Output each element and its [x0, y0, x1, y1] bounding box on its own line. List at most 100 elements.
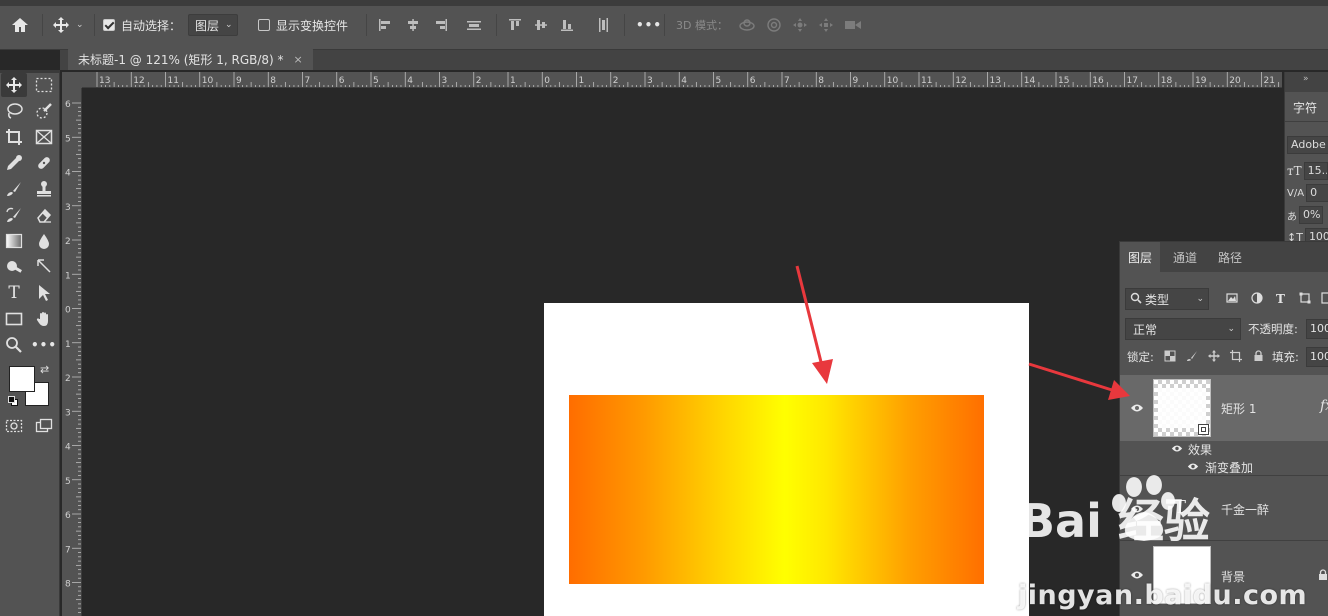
align-horizontal-center-icon[interactable]: [406, 18, 420, 32]
lock-image-pixels-icon[interactable]: [1186, 350, 1198, 365]
align-top-icon[interactable]: [508, 18, 522, 32]
lasso-tool[interactable]: [1, 99, 27, 123]
horizontal-ruler[interactable]: 13 12 11 10 9 8 7 6 5 4 3 2 1 0 1 2 3 4 5 6 7 8 9 10 11 12 13 14 15 1…: [82, 72, 1282, 88]
3d-roll-icon[interactable]: [766, 17, 782, 33]
effects-visibility-eye-icon[interactable]: [1171, 444, 1185, 454]
tsume-field[interactable]: あ 0%: [1287, 206, 1323, 224]
arrow-cursor-icon: [36, 284, 52, 302]
marquee-tool[interactable]: [31, 73, 57, 97]
frame-tool[interactable]: [31, 125, 57, 149]
lock-transparent-pixels-icon[interactable]: [1164, 350, 1176, 365]
healing-brush-tool[interactable]: [31, 151, 57, 175]
chevron-down-icon: ⌄: [1196, 294, 1204, 304]
ruler-origin[interactable]: [62, 72, 82, 88]
tools-panel: T ••• ⇄: [0, 70, 60, 616]
path-selection-tool[interactable]: [31, 255, 57, 279]
3d-orbit-icon[interactable]: [738, 17, 756, 33]
eraser-tool[interactable]: [31, 203, 57, 227]
layer-row-rectangle-1[interactable]: 矩形 1 fx: [1120, 375, 1328, 441]
visibility-eye-icon[interactable]: [1130, 570, 1144, 580]
blend-mode-value: 正常: [1133, 322, 1158, 337]
visibility-eye-icon[interactable]: [1130, 504, 1144, 514]
distribute-vertical-button[interactable]: [596, 14, 610, 36]
layer-thumbnail[interactable]: [1153, 379, 1211, 437]
tab-layers[interactable]: 图层: [1120, 242, 1161, 272]
type-tool[interactable]: T: [1, 281, 27, 305]
lock-position-icon[interactable]: [1208, 349, 1220, 365]
ruler-tick-label: 5: [65, 477, 71, 487]
distribute-horizontal-button[interactable]: [466, 14, 482, 36]
filter-pixel-icon[interactable]: [1226, 292, 1238, 307]
screen-mode-button[interactable]: [31, 414, 57, 438]
move-tool-preset-button[interactable]: ⌄: [52, 14, 84, 36]
opacity-input[interactable]: 100%: [1306, 319, 1328, 339]
3d-pan-icon[interactable]: [792, 17, 808, 33]
tab-channels[interactable]: 通道: [1165, 242, 1205, 272]
panel-collapse-icon[interactable]: »: [1303, 74, 1309, 84]
filter-adjustment-icon[interactable]: [1251, 291, 1263, 307]
layer-name[interactable]: 矩形 1: [1221, 400, 1256, 417]
fill-input[interactable]: 100%: [1306, 347, 1328, 367]
brush-tool[interactable]: [1, 177, 27, 201]
layer-name[interactable]: 千金一醉: [1221, 501, 1269, 518]
align-vertical-center-icon[interactable]: [534, 18, 548, 32]
brush-icon: [5, 180, 23, 198]
tab-paths[interactable]: 路径: [1210, 242, 1250, 272]
blend-mode-dropdown[interactable]: 正常 ⌄: [1125, 318, 1241, 340]
ruler-tick-label: 16: [1092, 76, 1104, 86]
align-left-icon[interactable]: [378, 18, 392, 32]
auto-select-checkbox[interactable]: 自动选择：: [103, 14, 181, 36]
auto-select-target-dropdown[interactable]: 图层 ⌄: [188, 14, 238, 36]
gradient-tool[interactable]: [1, 229, 27, 253]
ruler-tick-label: 3: [65, 408, 71, 418]
foreground-color-swatch[interactable]: [9, 366, 35, 392]
eyedropper-tool[interactable]: [1, 151, 27, 175]
filter-kind-dropdown[interactable]: 类型 ⌄: [1125, 288, 1209, 310]
gradient-overlay-effect-row[interactable]: 渐变叠加: [1120, 458, 1328, 476]
crop-tool[interactable]: [1, 125, 27, 149]
rectangle-tool[interactable]: [1, 307, 27, 331]
gradient-rectangle-shape[interactable]: [569, 395, 984, 584]
selection-arrow-tool[interactable]: [31, 281, 57, 305]
zoom-tool[interactable]: [1, 333, 27, 357]
quick-selection-tool[interactable]: [31, 99, 57, 123]
font-size-field[interactable]: ᴛT 15...: [1287, 162, 1328, 180]
filter-type-icon[interactable]: T: [1276, 292, 1285, 306]
hand-tool[interactable]: [31, 307, 57, 331]
lock-artboard-icon[interactable]: [1230, 349, 1242, 365]
more-options-button[interactable]: •••: [636, 14, 662, 36]
filter-shape-icon[interactable]: [1299, 292, 1311, 307]
font-family-field[interactable]: Adobe 黑: [1287, 136, 1328, 154]
gradient-overlay-visibility-eye-icon[interactable]: [1187, 462, 1201, 472]
checkbox-checked[interactable]: [103, 19, 115, 31]
clone-stamp-tool[interactable]: [31, 177, 57, 201]
layer-effects-row[interactable]: 效果: [1120, 441, 1328, 458]
3d-slide-icon[interactable]: [818, 17, 834, 33]
close-icon[interactable]: ×: [294, 53, 303, 66]
move-tool[interactable]: [1, 73, 27, 97]
checkbox-unchecked[interactable]: [258, 19, 270, 31]
visibility-eye-icon[interactable]: [1130, 403, 1144, 413]
default-colors-icon[interactable]: [8, 396, 18, 406]
ruler-tick-label: 3: [442, 76, 448, 86]
lock-all-icon[interactable]: [1253, 349, 1264, 365]
filter-smart-object-icon[interactable]: [1321, 291, 1328, 307]
vertical-ruler[interactable]: 6 5 4 3 2 1 0 1 2 3 4 5 6 7 8: [62, 88, 82, 616]
edit-toolbar-button[interactable]: •••: [31, 333, 57, 357]
swap-colors-icon[interactable]: ⇄: [40, 363, 49, 376]
kerning-field[interactable]: V/A 0: [1287, 184, 1328, 202]
blur-tool[interactable]: [31, 229, 57, 253]
align-bottom-icon[interactable]: [560, 18, 574, 32]
layer-row-text[interactable]: T 千金一醉: [1120, 477, 1328, 541]
character-tab[interactable]: 字符: [1285, 94, 1328, 122]
quick-mask-button[interactable]: [1, 414, 27, 438]
3d-camera-icon[interactable]: [844, 18, 862, 32]
history-brush-tool[interactable]: [1, 203, 27, 227]
layer-effects-fx-icon[interactable]: fx: [1320, 398, 1328, 414]
show-transform-controls-checkbox[interactable]: 显示变换控件: [258, 14, 348, 36]
align-right-icon[interactable]: [434, 18, 448, 32]
document-tab[interactable]: 未标题-1 @ 121% (矩形 1, RGB/8) * ×: [68, 48, 313, 70]
stamp-icon: [35, 180, 53, 198]
home-button[interactable]: [10, 14, 30, 36]
dodge-tool[interactable]: [1, 255, 27, 279]
